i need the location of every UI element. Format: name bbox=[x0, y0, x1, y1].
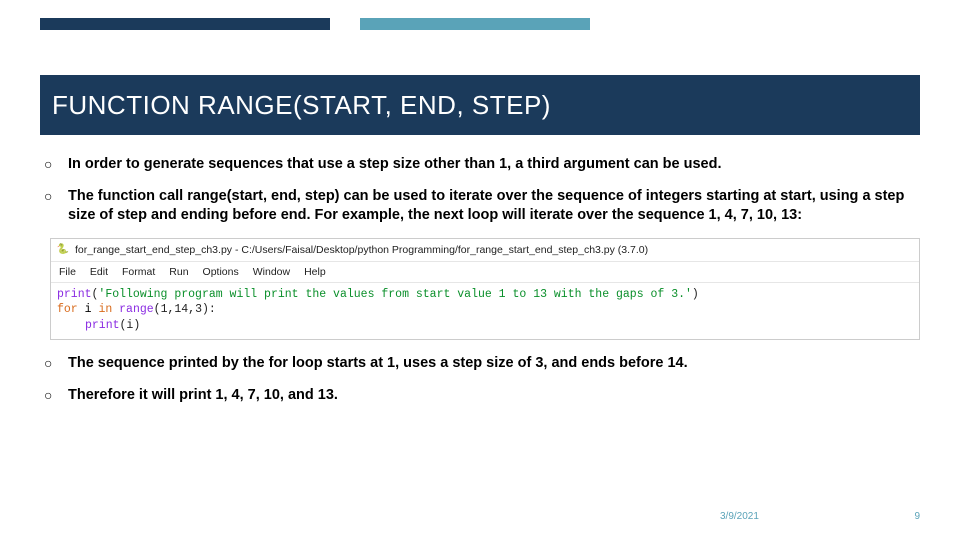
menu-format[interactable]: Format bbox=[122, 266, 155, 278]
idle-menubar: File Edit Format Run Options Window Help bbox=[51, 262, 919, 283]
slide-title-bar: FUNCTION RANGE(START, END, STEP) bbox=[40, 75, 920, 135]
slide-title: FUNCTION RANGE(START, END, STEP) bbox=[52, 90, 551, 121]
python-icon: 🐍 bbox=[57, 244, 69, 256]
bullet-item: The sequence printed by the for loop sta… bbox=[40, 354, 920, 374]
idle-titlebar: 🐍 for_range_start_end_step_ch3.py - C:/U… bbox=[51, 239, 919, 262]
bullet-text: The function call range(start, end, step… bbox=[68, 188, 904, 224]
menu-edit[interactable]: Edit bbox=[90, 266, 108, 278]
menu-window[interactable]: Window bbox=[253, 266, 290, 278]
footer-date: 3/9/2021 bbox=[720, 511, 759, 522]
accent-stripe bbox=[40, 18, 920, 30]
idle-window: 🐍 for_range_start_end_step_ch3.py - C:/U… bbox=[50, 238, 920, 341]
menu-options[interactable]: Options bbox=[203, 266, 239, 278]
code-token: i bbox=[78, 303, 99, 316]
code-token: (i) bbox=[120, 319, 141, 332]
code-token: print bbox=[57, 288, 92, 301]
code-token: print bbox=[85, 319, 120, 332]
idle-code-area[interactable]: print('Following program will print the … bbox=[51, 283, 919, 340]
bullet-item: The function call range(start, end, step… bbox=[40, 187, 920, 226]
menu-help[interactable]: Help bbox=[304, 266, 326, 278]
code-token: ) bbox=[692, 288, 699, 301]
code-token: range bbox=[112, 303, 153, 316]
bullet-list: In order to generate sequences that use … bbox=[40, 155, 920, 226]
slide-footer: 3/9/2021 9 bbox=[720, 511, 920, 522]
menu-run[interactable]: Run bbox=[169, 266, 188, 278]
accent-teal bbox=[360, 18, 590, 30]
accent-dark bbox=[40, 18, 330, 30]
slide-body: In order to generate sequences that use … bbox=[40, 155, 920, 417]
code-token: in bbox=[98, 303, 112, 316]
footer-page-number: 9 bbox=[914, 511, 920, 522]
bullet-item: In order to generate sequences that use … bbox=[40, 155, 920, 175]
bullet-text: The sequence printed by the for loop sta… bbox=[68, 355, 688, 371]
code-token: (1,14,3): bbox=[154, 303, 216, 316]
accent-rest bbox=[590, 18, 920, 30]
code-token: for bbox=[57, 303, 78, 316]
idle-window-title: for_range_start_end_step_ch3.py - C:/Use… bbox=[75, 244, 648, 256]
menu-file[interactable]: File bbox=[59, 266, 76, 278]
bullet-list-lower: The sequence printed by the for loop sta… bbox=[40, 354, 920, 405]
bullet-text: In order to generate sequences that use … bbox=[68, 156, 721, 172]
bullet-text: Therefore it will print 1, 4, 7, 10, and… bbox=[68, 387, 338, 403]
accent-gap bbox=[330, 18, 360, 30]
bullet-item: Therefore it will print 1, 4, 7, 10, and… bbox=[40, 386, 920, 406]
code-token: 'Following program will print the values… bbox=[98, 288, 692, 301]
